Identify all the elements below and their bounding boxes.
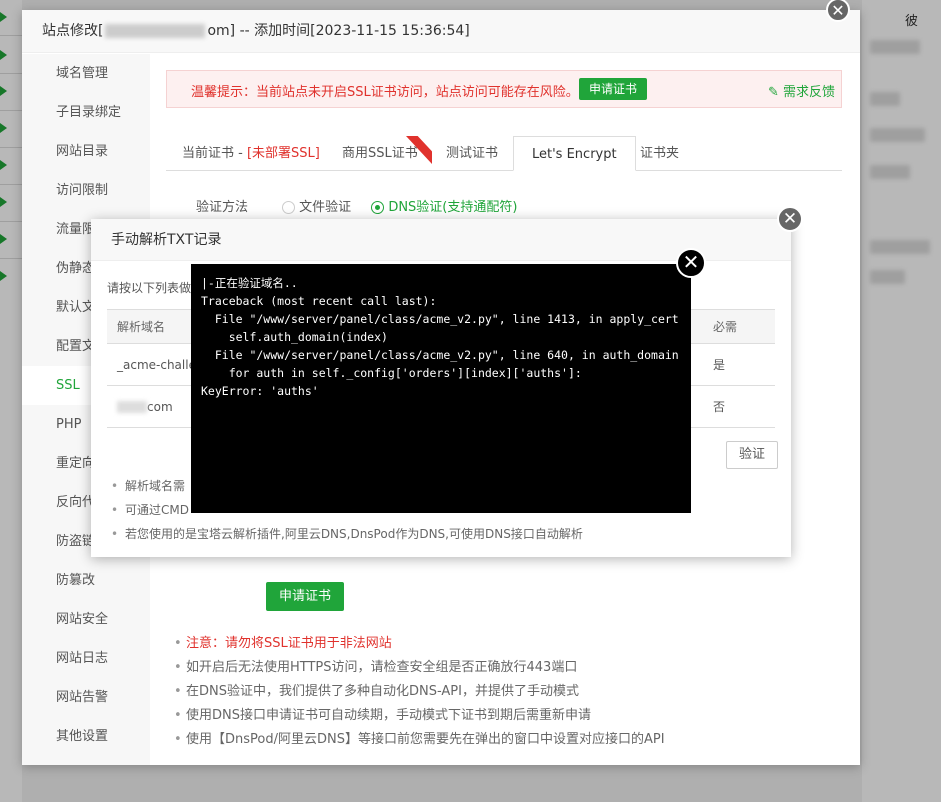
verify-button[interactable]: 验证	[726, 441, 779, 469]
log-line: File "/www/server/panel/class/acme_v2.py…	[201, 312, 679, 326]
apply-cert-button-top[interactable]: 申请证书	[579, 78, 648, 100]
title-prefix: 站点修改[	[42, 23, 104, 39]
verify-method-row: 验证方法 文件验证 DNS验证(支持通配符)	[196, 196, 517, 215]
cell-required: 是	[703, 343, 775, 386]
sidebar-item-other[interactable]: 其他设置	[22, 717, 150, 756]
log-line: Traceback (most recent call last):	[201, 294, 437, 308]
log-line: |-正在验证域名..	[201, 276, 298, 290]
sidebar-item-domain[interactable]: 域名管理	[22, 54, 150, 93]
note-item: 在DNS验证中，我们提供了多种自动化DNS-API，并提供了手动模式	[174, 680, 665, 704]
radio-file-verify[interactable]	[282, 201, 296, 214]
verify-method-label: 验证方法	[196, 200, 249, 215]
sidebar-item-security[interactable]: 网站安全	[22, 600, 150, 639]
log-line: for auth in self._config['orders'][index…	[201, 366, 582, 380]
sidebar-item-subdir[interactable]: 子目录绑定	[22, 93, 150, 132]
ssl-warning-bar: 温馨提示：当前站点未开启SSL证书访问，站点访问可能存在风险。 申请证书 ✎ 需…	[166, 70, 842, 108]
edit-icon: ✎	[767, 85, 779, 100]
tab-current-cert[interactable]: 当前证书 - [未部署SSL]	[182, 136, 320, 171]
close-icon: ✕	[682, 250, 700, 274]
not-deployed-label: [未部署SSL]	[246, 146, 320, 161]
tab-test-cert[interactable]: 测试证书	[446, 136, 498, 171]
tab-commercial-ssl[interactable]: 商用SSL证书	[342, 136, 418, 171]
tab-label: 当前证书 -	[182, 146, 247, 161]
log-line: self.auth_domain(index)	[201, 330, 388, 344]
feedback-link[interactable]: ✎ 需求反馈	[768, 81, 835, 100]
sidebar-item-alerts[interactable]: 网站告警	[22, 678, 150, 717]
column-header-required: 必需	[703, 309, 775, 344]
log-close-button[interactable]: ✕	[676, 248, 706, 278]
note-item: 注意：请勿将SSL证书用于非法网站	[174, 632, 665, 656]
radio-dns-verify[interactable]	[371, 201, 385, 214]
sidebar-item-tamper[interactable]: 防篡改	[22, 561, 150, 600]
log-line: File "/www/server/panel/class/acme_v2.py…	[201, 348, 679, 362]
file-verify-label: 文件验证	[299, 200, 352, 215]
dns-verify-label: DNS验证(支持通配符)	[388, 200, 518, 215]
ssl-tabs: 当前证书 - [未部署SSL] 商用SSL证书 测试证书 Let's Encry…	[166, 136, 842, 171]
note-item: 使用【DnsPod/阿里云DNS】等接口前您需要先在弹出的窗口中设置对应接口的A…	[174, 728, 665, 752]
note-item: 使用DNS接口申请证书可自动续期，手动模式下证书到期后需重新申请	[174, 704, 665, 728]
dialog-hint: 请按以下列表做	[107, 281, 192, 295]
sidebar-item-site-dir[interactable]: 网站目录	[22, 132, 150, 171]
txt-dialog-close-button[interactable]: ✕	[777, 206, 803, 232]
note-item: 如开启后无法使用HTTPS访问，请检查安全组是否正确放行443端口	[174, 656, 665, 680]
ssl-notes: 注意：请勿将SSL证书用于非法网站 如开启后无法使用HTTPS访问，请检查安全组…	[174, 632, 665, 752]
note-item: 若您使用的是宝塔云解析插件,阿里云DNS,DnsPod作为DNS,可使用DNS接…	[111, 522, 583, 546]
sidebar-item-access-limit[interactable]: 访问限制	[22, 171, 150, 210]
cell-required: 否	[703, 385, 775, 428]
tab-lets-encrypt[interactable]: Let's Encrypt	[513, 136, 636, 171]
title-suffix: om] -- 添加时间[2023-11-15 15:36:54]	[207, 23, 470, 39]
redacted-domain	[105, 24, 206, 38]
feedback-label: 需求反馈	[782, 85, 835, 100]
sidebar-item-logs[interactable]: 网站日志	[22, 639, 150, 678]
log-line: KeyError: 'auths'	[201, 384, 319, 398]
window-title: 站点修改[ om] -- 添加时间[2023-11-15 15:36:54]	[22, 10, 860, 53]
log-output-popup: |-正在验证域名.. Traceback (most recent call l…	[191, 264, 691, 513]
cell-domain: com	[147, 399, 173, 414]
tab-cert-folder[interactable]: 证书夹	[640, 136, 679, 171]
redacted-text	[117, 401, 147, 413]
apply-cert-button[interactable]: 申请证书	[266, 582, 345, 611]
warning-text: 温馨提示：当前站点未开启SSL证书访问，站点访问可能存在风险。	[191, 85, 579, 100]
